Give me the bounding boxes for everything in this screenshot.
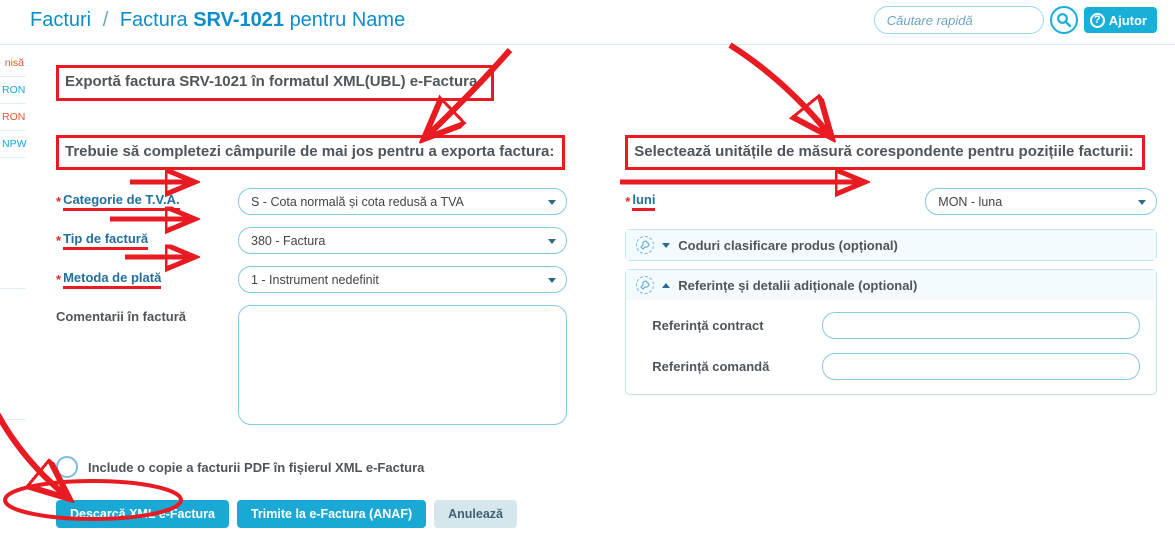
cancel-button[interactable]: Anulează <box>434 500 517 528</box>
references-panel-title: Referințe și detalii adiționale (optiona… <box>678 278 917 293</box>
comments-label: Comentarii în factură <box>56 309 186 324</box>
breadcrumb: Facturi / Factura SRV-1021 pentru Name <box>30 9 405 32</box>
vat-category-select[interactable]: S - Cota normală și cota redusă a TVA <box>238 188 567 215</box>
references-panel-header[interactable]: Referințe și detalii adiționale (optiona… <box>626 270 1156 300</box>
wrench-icon <box>636 236 654 254</box>
required-marker: * <box>56 233 61 248</box>
download-xml-button[interactable]: Descarcă XML e-Factura <box>56 500 229 528</box>
product-codes-panel: Coduri clasificare produs (opțional) <box>625 229 1157 261</box>
product-codes-panel-header[interactable]: Coduri clasificare produs (opțional) <box>626 230 1156 260</box>
required-marker: * <box>56 194 61 209</box>
invoice-type-select[interactable]: 380 - Factura <box>238 227 567 254</box>
contract-ref-input[interactable] <box>822 312 1140 339</box>
left-section-heading: Trebuie să completezi câmpurile de mai j… <box>56 135 565 170</box>
required-marker: * <box>56 272 61 287</box>
search-icon[interactable] <box>1050 6 1078 34</box>
comments-textarea[interactable] <box>238 305 567 425</box>
chevron-up-icon <box>662 283 670 288</box>
vat-category-label[interactable]: Categorie de T.V.A. <box>63 192 180 211</box>
uom-select[interactable]: MON - luna <box>925 188 1157 215</box>
wrench-icon <box>636 276 654 294</box>
order-ref-input[interactable] <box>822 353 1140 380</box>
breadcrumb-invoice-number: SRV-1021 <box>193 9 284 31</box>
send-anaf-button[interactable]: Trimite la e-Factura (ANAF) <box>237 500 426 528</box>
contract-ref-label: Referință contract <box>652 318 822 333</box>
payment-method-label[interactable]: Metoda de plată <box>63 270 161 289</box>
help-button[interactable]: ? Ajutor <box>1084 7 1157 33</box>
include-pdf-checkbox[interactable] <box>56 456 78 478</box>
breadcrumb-for-word: pentru <box>290 9 347 31</box>
uom-label[interactable]: luni <box>632 192 655 211</box>
invoice-type-label[interactable]: Tip de factură <box>63 231 148 250</box>
breadcrumb-separator: / <box>97 9 115 31</box>
export-title: Exportă factura SRV-1021 în formatul XML… <box>56 65 494 101</box>
order-ref-label: Referință comandă <box>652 359 822 374</box>
help-icon: ? <box>1090 13 1105 28</box>
include-pdf-label: Include o copie a facturii PDF în fișier… <box>88 460 424 475</box>
chevron-down-icon <box>662 243 670 248</box>
breadcrumb-detail-prefix: Factura <box>120 9 188 31</box>
breadcrumb-invoices-link[interactable]: Facturi <box>30 9 91 31</box>
required-marker: * <box>625 194 630 209</box>
search-input[interactable] <box>874 6 1044 34</box>
help-button-label: Ajutor <box>1109 13 1147 28</box>
breadcrumb-customer-name: Name <box>352 9 405 31</box>
payment-method-select[interactable]: 1 - Instrument nedefinit <box>238 266 567 293</box>
product-codes-panel-title: Coduri clasificare produs (opțional) <box>678 238 898 253</box>
right-section-heading: Selectează unitățile de măsură corespond… <box>625 135 1144 170</box>
references-panel: Referințe și detalii adiționale (optiona… <box>625 269 1157 395</box>
